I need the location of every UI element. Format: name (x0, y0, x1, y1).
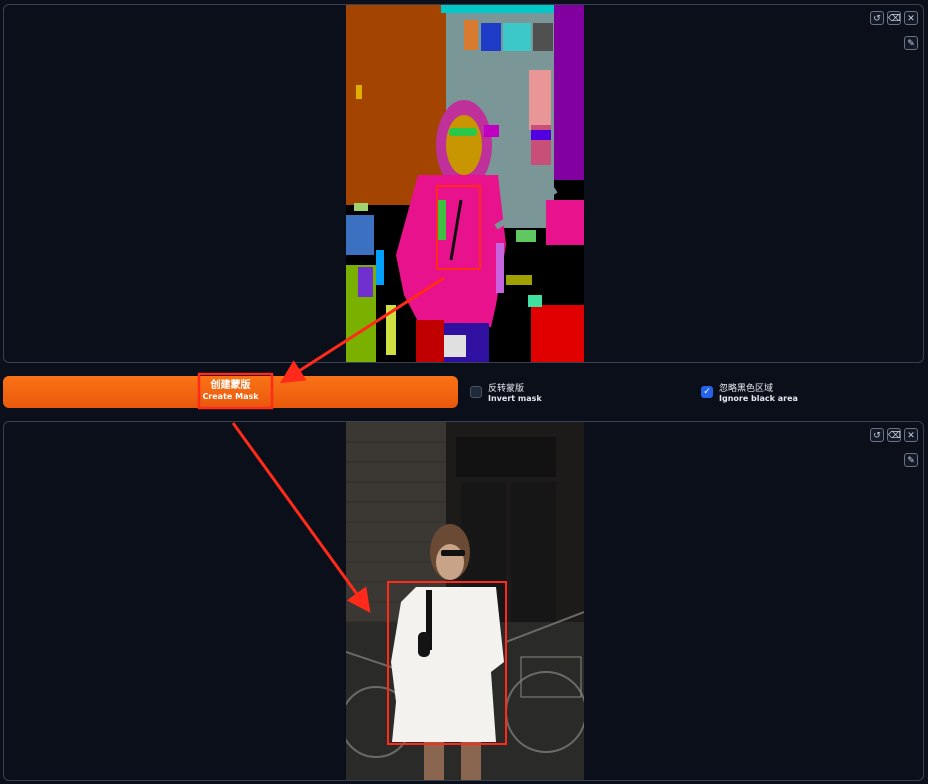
clear-icon[interactable]: ⌫ (887, 11, 901, 25)
undo-icon[interactable]: ↺ (870, 11, 884, 25)
masked-photo-image[interactable] (346, 422, 584, 780)
ignore-black-checkbox-group[interactable]: ✓ 忽略黑色区域 Ignore black area (701, 384, 798, 404)
ignore-black-checkbox[interactable]: ✓ (701, 386, 713, 398)
invert-mask-checkbox[interactable] (470, 386, 482, 398)
create-mask-label-zh: 创建蒙版 (210, 380, 251, 391)
ignore-black-label-en: Ignore black area (719, 394, 798, 403)
invert-mask-checkbox-group[interactable]: 反转蒙版 Invert mask (470, 384, 542, 404)
close-icon[interactable]: ✕ (904, 428, 918, 442)
create-mask-label-en: Create Mask (202, 392, 259, 401)
close-icon[interactable]: ✕ (904, 11, 918, 25)
create-mask-button[interactable]: 创建蒙版 Create Mask (3, 376, 458, 408)
invert-mask-label-en: Invert mask (488, 394, 542, 403)
bottom-toolbar: ↺ ⌫ ✕ (870, 428, 918, 442)
invert-mask-label-zh: 反转蒙版 (488, 384, 525, 394)
masked-image-panel: ↺ ⌫ ✕ ✎ (3, 421, 924, 781)
brush-icon[interactable]: ✎ (904, 453, 918, 467)
clear-icon[interactable]: ⌫ (887, 428, 901, 442)
brush-icon[interactable]: ✎ (904, 36, 918, 50)
segmentation-image-panel: ↺ ⌫ ✕ ✎ (3, 4, 924, 363)
top-toolbar: ↺ ⌫ ✕ (870, 11, 918, 25)
ignore-black-label-zh: 忽略黑色区域 (719, 384, 774, 394)
undo-icon[interactable]: ↺ (870, 428, 884, 442)
segmentation-map-image[interactable] (346, 5, 584, 362)
